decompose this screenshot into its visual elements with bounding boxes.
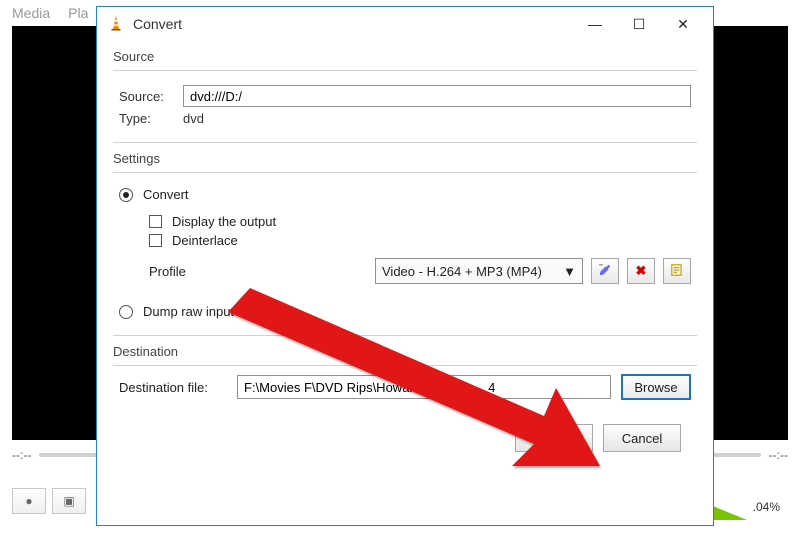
source-label: Source: — [119, 89, 173, 104]
dialog-title: Convert — [133, 16, 182, 32]
delete-icon: ✖ — [636, 263, 647, 279]
maximize-icon: ☐ — [633, 16, 646, 33]
tools-icon — [598, 263, 612, 280]
dialog-titlebar: Convert — ☐ ✕ — [97, 7, 713, 41]
destination-group-label: Destination — [113, 344, 697, 359]
source-group: Source Source: Type: dvd — [113, 49, 697, 143]
delete-profile-button[interactable]: ✖ — [627, 258, 655, 284]
deinterlace-checkbox[interactable] — [149, 234, 162, 247]
close-icon: ✕ — [677, 16, 689, 33]
type-value: dvd — [183, 111, 204, 126]
snapshot-button[interactable]: ▣ — [52, 488, 86, 514]
source-group-label: Source — [113, 49, 697, 64]
close-button[interactable]: ✕ — [661, 10, 705, 38]
minimize-button[interactable]: — — [573, 10, 617, 38]
new-profile-button[interactable] — [663, 258, 691, 284]
new-profile-icon — [670, 263, 684, 280]
cancel-button[interactable]: Cancel — [603, 424, 681, 452]
settings-group-label: Settings — [113, 151, 697, 166]
chevron-down-icon: ▼ — [563, 264, 576, 279]
destination-group: Destination Destination file: Browse — [113, 344, 697, 408]
destination-file-label: Destination file: — [119, 380, 227, 395]
camera-icon: ▣ — [63, 494, 74, 508]
maximize-button[interactable]: ☐ — [617, 10, 661, 38]
deinterlace-label: Deinterlace — [172, 233, 238, 248]
time-elapsed: --:-- — [12, 448, 31, 462]
menu-playback[interactable]: Pla — [68, 5, 88, 21]
volume-value: .04% — [753, 500, 780, 514]
display-output-checkbox[interactable] — [149, 215, 162, 228]
display-output-label: Display the output — [172, 214, 276, 229]
record-icon: ● — [25, 494, 32, 508]
record-button[interactable]: ● — [12, 488, 46, 514]
dialog-buttons: Start Cancel — [113, 416, 697, 452]
browse-button[interactable]: Browse — [621, 374, 691, 400]
time-total: --:-- — [769, 448, 788, 462]
vlc-cone-icon — [107, 14, 125, 35]
minimize-icon: — — [588, 16, 602, 32]
type-label: Type: — [119, 111, 173, 126]
source-input[interactable] — [183, 85, 691, 107]
profile-select[interactable]: Video - H.264 + MP3 (MP4) ▼ — [375, 258, 583, 284]
profile-label: Profile — [149, 264, 209, 279]
convert-radio[interactable] — [119, 188, 133, 202]
start-button[interactable]: Start — [515, 424, 593, 452]
dump-raw-radio[interactable] — [119, 305, 133, 319]
convert-radio-label: Convert — [143, 187, 189, 202]
convert-dialog: Convert — ☐ ✕ Source Source: Type: dvd S… — [96, 6, 714, 526]
edit-profile-button[interactable] — [591, 258, 619, 284]
dump-raw-label: Dump raw input — [143, 304, 234, 319]
menu-media[interactable]: Media — [12, 5, 50, 21]
destination-file-input[interactable] — [237, 375, 611, 399]
settings-group: Settings Convert Display the output Dein… — [113, 151, 697, 336]
profile-value: Video - H.264 + MP3 (MP4) — [382, 264, 542, 279]
